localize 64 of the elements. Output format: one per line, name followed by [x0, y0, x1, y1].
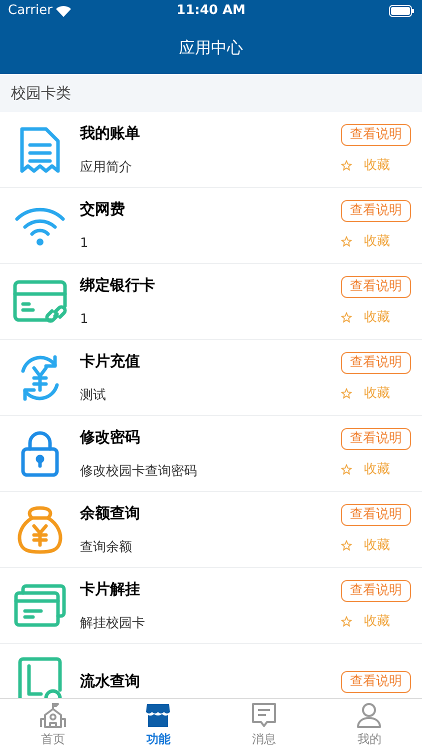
app-description: 解挂校园卡: [80, 615, 146, 633]
favorite-button[interactable]: 收藏: [341, 156, 390, 176]
app-title: 余额查询: [80, 502, 141, 524]
favorite-button[interactable]: 收藏: [341, 232, 390, 252]
app-title: 我的账单: [80, 122, 141, 144]
cards-icon: [13, 582, 67, 628]
app-description: 1: [80, 311, 90, 329]
app-row[interactable]: 卡片充值 测试 查看说明 收藏: [0, 340, 422, 416]
message-icon: [250, 701, 278, 729]
app-description: 查询余额: [80, 539, 133, 557]
favorite-button[interactable]: 收藏: [341, 612, 390, 632]
battery-icon: [389, 5, 414, 17]
section-title: 校园卡类: [11, 82, 71, 104]
favorite-button[interactable]: 收藏: [341, 536, 390, 556]
app-row[interactable]: 卡片解挂 解挂校园卡 查看说明 收藏: [0, 568, 422, 644]
star-icon: [341, 236, 352, 247]
view-info-button[interactable]: 查看说明: [341, 504, 411, 526]
app-title: 交网费: [80, 198, 126, 220]
app-title: 绑定银行卡: [80, 274, 156, 296]
star-icon: [341, 312, 352, 323]
receipt-icon: [18, 124, 62, 174]
view-info-button[interactable]: 查看说明: [341, 124, 411, 146]
bank-card-icon: [11, 278, 69, 326]
favorite-button[interactable]: 收藏: [341, 384, 390, 404]
view-info-button[interactable]: 查看说明: [341, 352, 411, 374]
favorite-button[interactable]: 收藏: [341, 308, 390, 328]
tab-item[interactable]: 消息: [211, 699, 316, 750]
lock-icon: [19, 428, 61, 478]
app-title: 修改密码: [80, 426, 141, 448]
carrier-label: Carrier: [8, 2, 52, 20]
star-icon: [341, 464, 352, 475]
view-info-button[interactable]: 查看说明: [341, 428, 411, 450]
app-title: 卡片充值: [80, 350, 141, 372]
view-info-button[interactable]: 查看说明: [341, 200, 411, 222]
favorite-button[interactable]: 收藏: [341, 460, 390, 480]
star-icon: [341, 540, 352, 551]
app-row[interactable]: 余额查询 查询余额 查看说明 收藏: [0, 492, 422, 568]
app-description: 修改校园卡查询密码: [80, 463, 198, 481]
app-row[interactable]: 绑定银行卡 1 查看说明 收藏: [0, 264, 422, 340]
wifi-signal-icon: [56, 6, 72, 16]
ledger-icon: [17, 656, 63, 698]
view-info-button[interactable]: 查看说明: [341, 670, 411, 692]
view-info-button[interactable]: 查看说明: [341, 276, 411, 298]
star-icon: [341, 160, 352, 171]
app-row[interactable]: 我的账单 应用简介 查看说明 收藏: [0, 112, 422, 188]
app-description: 应用简介: [80, 159, 133, 177]
tab-item[interactable]: 我的: [316, 699, 422, 750]
storefront-icon: [144, 701, 172, 729]
app-description: 测试: [80, 387, 107, 405]
app-row[interactable]: 修改密码 修改校园卡查询密码 查看说明 收藏: [0, 416, 422, 492]
app-title: 卡片解挂: [80, 578, 141, 600]
school-building-icon: [38, 701, 67, 729]
app-row[interactable]: 交网费 1 查看说明 收藏: [0, 188, 422, 264]
tab-item[interactable]: 功能: [106, 699, 211, 750]
app-title: 流水查询: [80, 671, 141, 692]
tab-item[interactable]: 首页: [0, 699, 106, 750]
status-time: 11:40 AM: [176, 2, 246, 20]
star-icon: [341, 388, 352, 399]
nav-title: 应用中心: [179, 37, 243, 59]
app-description: 1: [80, 235, 90, 253]
money-bag-icon: [16, 504, 64, 556]
person-icon: [355, 701, 384, 729]
star-icon: [341, 616, 352, 627]
view-info-button[interactable]: 查看说明: [341, 580, 411, 602]
